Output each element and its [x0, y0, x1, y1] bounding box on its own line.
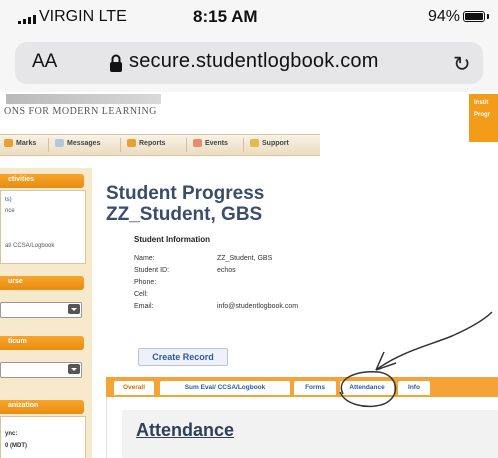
hand-drawn-annotation: [339, 311, 493, 408]
